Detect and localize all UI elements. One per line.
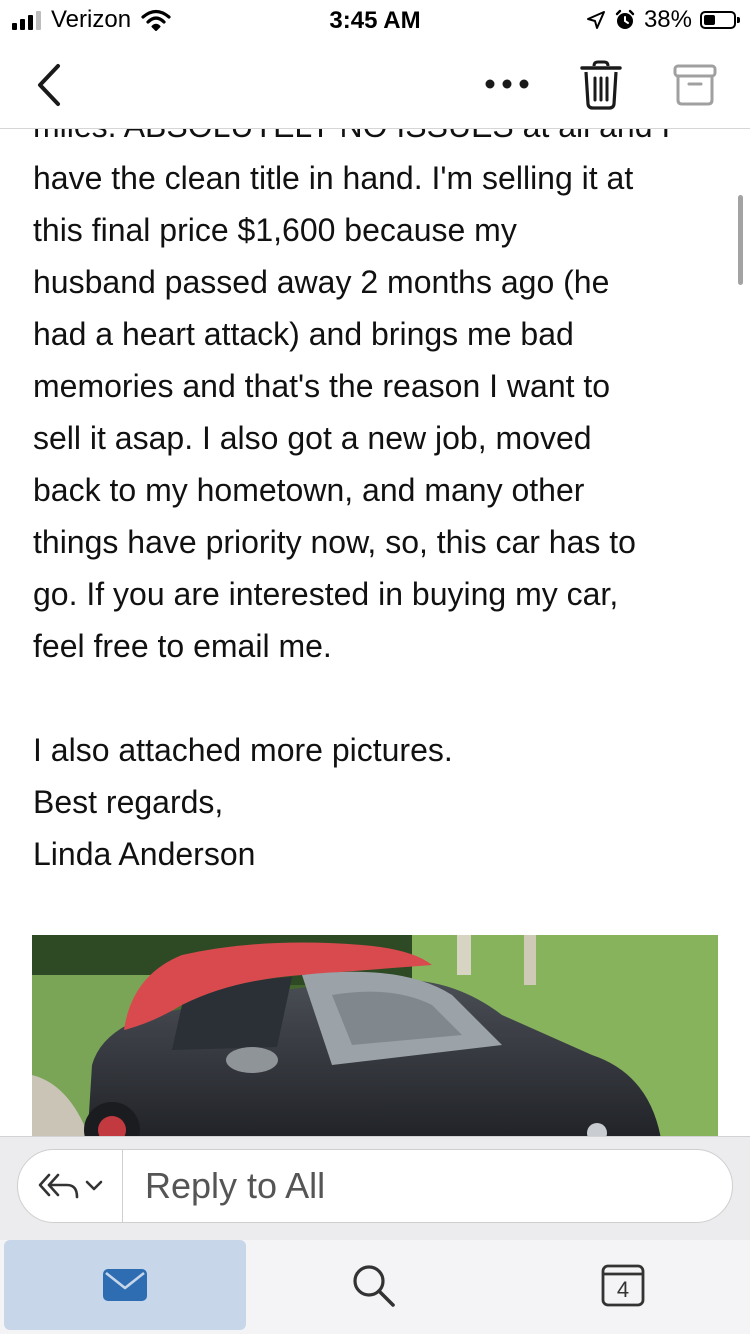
tab-bar: 4 [0, 1240, 750, 1334]
body-line: husband passed away 2 months ago (he [33, 264, 610, 300]
attached-car-photo[interactable] [32, 935, 718, 1136]
message-toolbar [0, 44, 750, 129]
location-arrow-icon [586, 11, 605, 29]
tab-calendar[interactable]: 4 [502, 1240, 744, 1330]
body-line: go. If you are interested in buying my c… [33, 576, 619, 612]
body-line: memories and that's the reason I want to [33, 368, 611, 404]
calendar-icon: 4 [601, 1264, 645, 1307]
more-button[interactable] [480, 64, 536, 104]
calendar-day: 4 [617, 1277, 629, 1302]
body-line: this final price $1,600 because my [33, 212, 517, 248]
status-right-group: 38% [586, 6, 740, 34]
mail-icon [103, 1269, 147, 1301]
reply-bar: Reply to All [0, 1136, 750, 1241]
body-line: back to my hometown, and many other [33, 472, 585, 508]
body-line: things have priority now, so, this car h… [33, 524, 636, 560]
archive-button[interactable] [672, 62, 718, 108]
battery-percent: 38% [643, 6, 692, 33]
body-line: have the clean title in hand. I'm sellin… [33, 160, 634, 196]
reply-all-icon [38, 1173, 79, 1199]
body-line: had a heart attack) and brings me bad [33, 316, 574, 352]
reply-box[interactable]: Reply to All [17, 1149, 733, 1223]
scroll-indicator[interactable] [738, 195, 743, 285]
alarm-icon [615, 9, 635, 29]
body-line: sell it asap. I also got a new job, move… [33, 420, 592, 456]
archive-icon [673, 64, 717, 106]
tab-search[interactable] [252, 1240, 494, 1330]
car-photo-illustration [32, 935, 718, 1136]
closing-line: Best regards, [33, 784, 224, 820]
email-body[interactable]: miles. ABSOLUTELY NO ISSUES at all and I… [0, 100, 750, 1136]
battery-icon [700, 11, 740, 29]
search-icon [353, 1265, 395, 1307]
status-bar: Verizon 3:45 AM 38% [0, 0, 750, 44]
tab-mail[interactable] [4, 1240, 246, 1330]
reply-to-all-field[interactable]: Reply to All [123, 1165, 732, 1207]
message-text: miles. ABSOLUTELY NO ISSUES at all and I… [33, 100, 723, 880]
signature: Linda Anderson [33, 836, 256, 872]
attachments-note: I also attached more pictures. [33, 732, 453, 768]
chevron-left-icon [38, 64, 60, 106]
delete-button[interactable] [578, 60, 624, 110]
battery-level [704, 15, 715, 25]
trash-icon [580, 60, 622, 110]
chevron-down-icon [85, 1180, 103, 1191]
back-button[interactable] [30, 60, 70, 110]
reply-options-button[interactable] [18, 1150, 123, 1222]
more-horizontal-icon [485, 79, 529, 89]
body-line: feel free to email me. [33, 628, 332, 664]
